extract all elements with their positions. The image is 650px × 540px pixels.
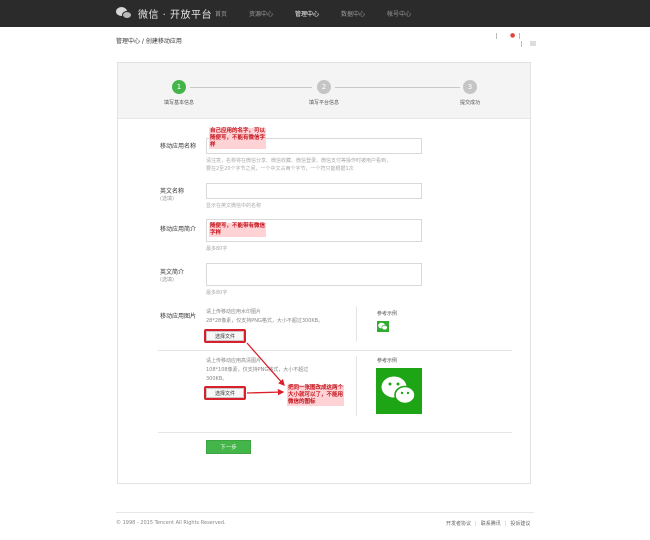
wechat-large-example-icon	[376, 368, 422, 414]
large-image-instructions: 请上传移动应用高清图片 108*108像素，仅支持PNG格式，大小不超过 300…	[206, 357, 308, 384]
annotation-line: 样	[210, 142, 216, 148]
footer-links: 开发者协议 | 联系腾讯 | 投诉建议	[446, 521, 531, 527]
annotation-highlight-box	[204, 329, 246, 343]
wechat-small-example-icon	[377, 321, 389, 332]
logo[interactable]: 微信 · 开放平台	[116, 6, 212, 21]
footer-link-developer-agreement[interactable]: 开发者协议	[446, 521, 471, 527]
annotation-line: 自己应用的名字，可以	[210, 128, 266, 134]
en-name-label: 英文名称	[160, 188, 185, 195]
step-connector	[190, 87, 312, 88]
vertical-divider	[356, 306, 357, 342]
en-name-hint: 显示在英文微信中的名称	[206, 203, 262, 209]
app-name-hint-1: 请注意，名称将在微信分享、微信收藏、微信登录、微信支付等操作时被用户看到，	[206, 158, 392, 164]
app-image-label: 移动应用图片	[160, 313, 197, 320]
step-connector	[335, 87, 460, 88]
large-image-text-3: 300KB。	[206, 376, 228, 382]
annotation-highlight-box	[204, 386, 246, 400]
account-links[interactable]: ●	[494, 32, 540, 48]
en-intro-optional: (选填)	[160, 277, 174, 283]
large-image-text-2: 108*108像素，仅支持PNG格式，大小不超过	[206, 367, 309, 373]
small-image-text-2: 28*28像素，仅支持PNG格式，大小不超过300KB。	[206, 318, 324, 324]
en-name-input[interactable]	[206, 183, 422, 199]
en-intro-textarea[interactable]	[206, 263, 422, 286]
step-indicator: 1 2 3 填写基本信息 填写平台信息 提交成功	[118, 63, 530, 119]
nav-account[interactable]: 帐号中心	[387, 9, 411, 18]
notification-dot-icon: ●	[510, 32, 516, 39]
large-image-text-1: 请上传移动应用高清图片	[206, 358, 262, 364]
copyright: © 1998 - 2015 Tencent All Rights Reserve…	[116, 520, 226, 526]
en-name-optional: (选填)	[160, 196, 174, 202]
step-3-circle: 3	[463, 80, 477, 94]
app-name-annotation: 自己应用的名字，可以 随便写，不能有微信字 样	[209, 128, 267, 149]
logo-text: 微信 · 开放平台	[138, 10, 213, 21]
step-2-circle: 2	[317, 80, 331, 94]
annotation-line: 字样	[210, 230, 222, 236]
annotation-line: 随便写，不能有微信字	[210, 135, 266, 141]
small-ref-label: 参考示例	[377, 311, 398, 317]
top-navigation-bar: 微信 · 开放平台 首页 资源中心 管理中心 数据中心 帐号中心	[0, 0, 650, 27]
vertical-divider	[356, 356, 357, 416]
step-3-label: 提交成功	[459, 100, 481, 106]
footer-link-contact[interactable]: 联系腾讯	[481, 521, 501, 527]
app-name-label: 移动应用名称	[160, 143, 197, 150]
image-annotation: 把同一张图改成这两个 大小就可以了，不能用 微信的图标	[287, 385, 345, 406]
app-intro-label: 移动应用简介	[160, 226, 197, 233]
annotation-line: 大小就可以了，不能用	[288, 392, 344, 398]
footer-link-feedback[interactable]: 投诉建议	[510, 521, 530, 527]
image-section-divider	[158, 350, 512, 351]
annotation-line: 微信的图标	[288, 399, 316, 405]
app-name-hint-2: 要在2至20个字节之间，一个中文占两个字节，一个符只能根据1次	[206, 166, 354, 172]
next-step-button[interactable]: 下一步	[206, 440, 251, 454]
footer-divider	[116, 512, 534, 513]
main-nav: 首页 资源中心 管理中心 数据中心 帐号中心	[215, 0, 433, 27]
app-intro-hint: 最多80字	[206, 246, 228, 252]
annotation-line: 随便写，不能带有微信	[210, 223, 266, 229]
large-ref-label: 参考示例	[377, 358, 398, 364]
small-image-instructions: 请上传移动应用水印图片 28*28像素，仅支持PNG格式，大小不超过300KB。	[206, 308, 323, 326]
breadcrumb: 管理中心 / 创建移动应用	[116, 38, 182, 45]
nav-data[interactable]: 数据中心	[341, 9, 365, 18]
step-1-circle: 1	[172, 80, 186, 94]
en-intro-hint: 最多80字	[206, 290, 228, 296]
form-bottom-divider	[158, 432, 512, 433]
nav-management[interactable]: 管理中心	[295, 9, 319, 18]
en-intro-label: 英文简介	[160, 269, 185, 276]
annotation-line: 把同一张图改成这两个	[288, 385, 344, 391]
nav-home[interactable]: 首页	[215, 9, 227, 18]
wechat-logo-icon	[116, 7, 133, 20]
nav-resources[interactable]: 资源中心	[249, 9, 273, 18]
step-2-label: 填写平台信息	[308, 100, 340, 106]
small-image-text-1: 请上传移动应用水印图片	[206, 309, 262, 315]
app-intro-annotation: 随便写，不能带有微信 字样	[209, 223, 267, 237]
step-1-label: 填写基本信息	[163, 100, 195, 106]
